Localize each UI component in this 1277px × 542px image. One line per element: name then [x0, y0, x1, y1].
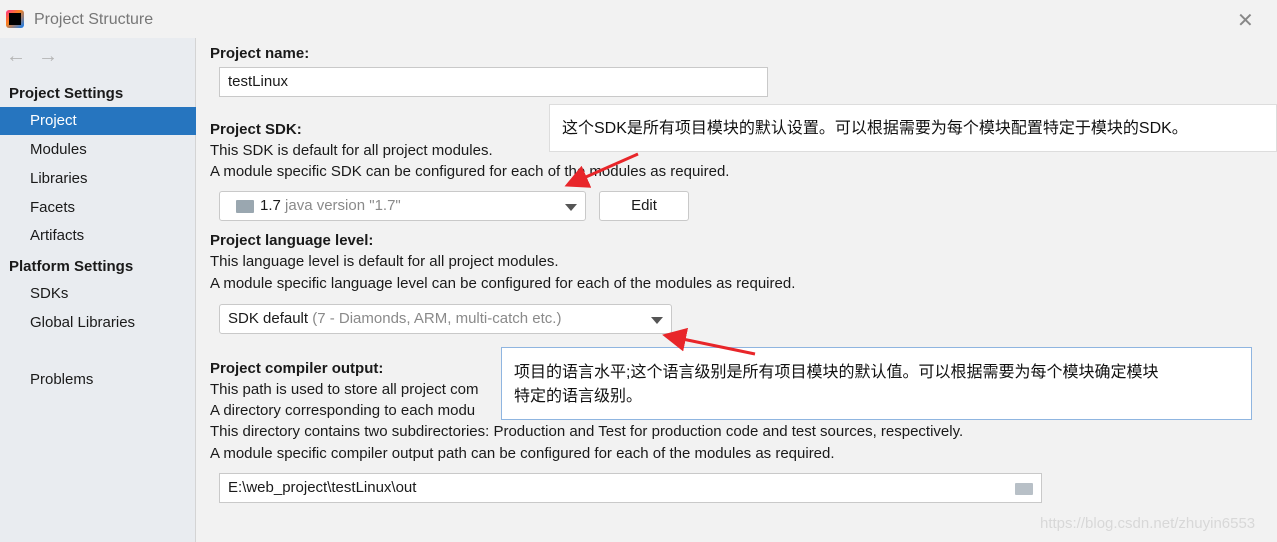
watermark: https://blog.csdn.net/zhuyin6553 — [1040, 515, 1256, 532]
annotation-arrows — [564, 152, 756, 356]
sdk-arrow — [564, 152, 639, 188]
language-arrow — [662, 327, 756, 356]
